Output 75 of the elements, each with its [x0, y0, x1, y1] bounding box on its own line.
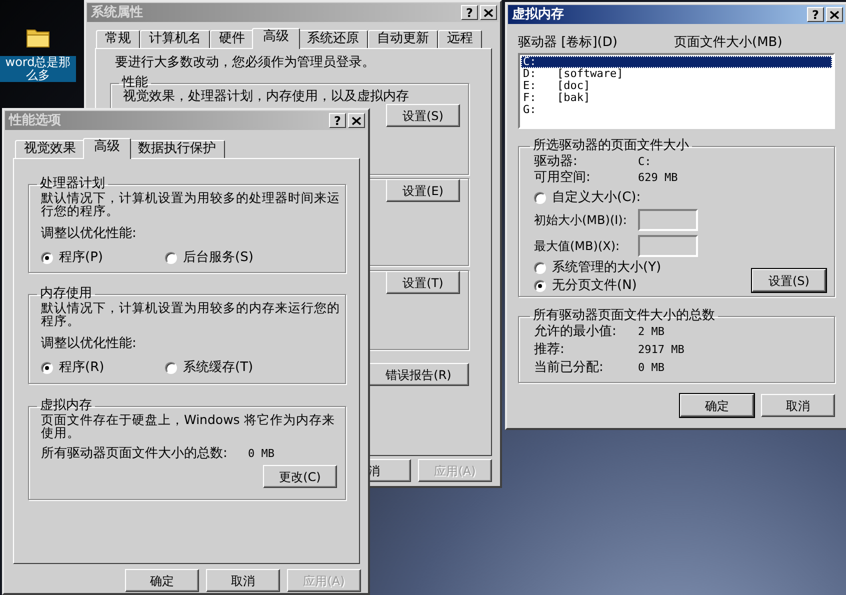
dialog-button[interactable]: 确定 [680, 394, 754, 417]
radio-option[interactable]: 自定义大小(C): [534, 191, 752, 205]
info-value: 629 MB [638, 171, 678, 185]
field-label: 最大值(MB)(X): [534, 239, 621, 253]
error-report-button[interactable]: 错误报告(R) [368, 363, 469, 386]
close-button[interactable] [348, 113, 365, 128]
info-value: C: [638, 155, 652, 169]
adjust-label: 调整以优化性能: [41, 227, 138, 241]
total-label: 推荐: [534, 343, 566, 357]
column-header: 页面文件大小(MB) [674, 36, 782, 50]
close-icon [830, 10, 839, 18]
total-value: 2917 MB [638, 343, 684, 357]
group-label: 内存使用 [39, 287, 93, 301]
radio-option[interactable]: 程序(P) [41, 251, 165, 265]
radio-option[interactable]: 后台服务(S) [165, 251, 254, 265]
settings-button[interactable]: 设置(E) [386, 179, 460, 202]
window-title: 性能选项 [9, 114, 61, 128]
help-button[interactable]: ? [329, 113, 346, 128]
group-label: 虚拟内存 [39, 399, 93, 413]
drive-item[interactable]: G: [521, 104, 832, 116]
total-label: 当前已分配: [534, 361, 604, 375]
close-button[interactable] [826, 7, 843, 22]
window-title: 虚拟内存 [512, 8, 564, 22]
drive-list[interactable]: C: D: [software] E: [doc] F: [bak] G: [518, 53, 835, 129]
drive-item[interactable]: C: [521, 56, 832, 68]
change-button[interactable]: 更改(C) [263, 465, 337, 488]
tab[interactable]: 计算机名 [140, 30, 210, 49]
close-icon [484, 8, 493, 16]
group-label: 性能 [120, 76, 148, 90]
group-description: 默认情况下，计算机设置为用较多的处理器时间来运行您的程序。 [41, 191, 341, 217]
group-label: 所有驱动器页面文件大小的总数 [532, 309, 716, 323]
field-label: 初始大小(MB)(I): [534, 213, 628, 227]
tab[interactable]: 高级 [252, 28, 300, 49]
icon-label[interactable]: word总是那么多 [0, 56, 76, 82]
tab[interactable]: 系统还原 [298, 30, 368, 49]
total-label: 所有驱动器页面文件大小的总数: [41, 447, 228, 461]
tab[interactable]: 硬件 [210, 30, 254, 49]
group-description: 视觉效果，处理器计划，内存使用，以及虚拟内存 [123, 90, 410, 104]
dialog-button[interactable]: 取消 [206, 569, 280, 592]
settings-button[interactable]: 设置(T) [386, 271, 460, 294]
group-label: 所选驱动器的页面文件大小 [532, 139, 690, 153]
tab[interactable]: 常规 [96, 30, 140, 49]
tab[interactable]: 自动更新 [368, 30, 438, 49]
settings-button[interactable]: 设置(S) [386, 104, 460, 127]
column-header: 驱动器 [卷标](D) [518, 36, 618, 50]
drive-item[interactable]: D: [software] [521, 68, 832, 80]
total-value: 0 MB [638, 361, 664, 375]
adjust-label: 调整以优化性能: [41, 337, 138, 351]
help-button[interactable]: ? [807, 7, 824, 22]
group-description: 页面文件存在于硬盘上，Windows 将它作为内存来使用。 [41, 413, 336, 439]
total-value: 2 MB [638, 325, 664, 339]
notice-text: 要进行大多数改动，您必须作为管理员登录。 [115, 56, 376, 70]
dialog-button[interactable]: 取消 [761, 394, 835, 417]
window-title: 系统属性 [91, 6, 143, 20]
radio-option[interactable]: 系统管理的大小(Y) [534, 261, 752, 275]
dialog-button[interactable]: 确定 [125, 569, 199, 592]
radio-option[interactable]: 系统缓存(T) [165, 361, 254, 375]
radio-option[interactable]: 无分页文件(N) [534, 279, 752, 293]
total-value: 0 MB [248, 447, 274, 461]
total-label: 允许的最小值: [534, 325, 618, 339]
set-button[interactable]: 设置(S) [752, 269, 826, 292]
tab[interactable]: 远程 [438, 30, 482, 49]
info-label: 可用空间: [534, 171, 592, 185]
tab[interactable]: 视觉效果 [15, 140, 85, 159]
drive-item[interactable]: F: [bak] [521, 92, 832, 104]
group-label: 处理器计划 [39, 177, 106, 191]
drive-item[interactable]: E: [doc] [521, 80, 832, 92]
tab[interactable]: 高级 [83, 138, 131, 159]
radio-option[interactable]: 程序(R) [41, 361, 165, 375]
info-label: 驱动器: [534, 155, 578, 169]
tab[interactable]: 数据执行保护 [129, 140, 225, 159]
close-icon [352, 116, 361, 124]
help-button[interactable]: ? [461, 5, 478, 20]
group-description: 默认情况下，计算机设置为用较多的内存来运行您的程序。 [41, 301, 341, 327]
close-button[interactable] [480, 5, 497, 20]
